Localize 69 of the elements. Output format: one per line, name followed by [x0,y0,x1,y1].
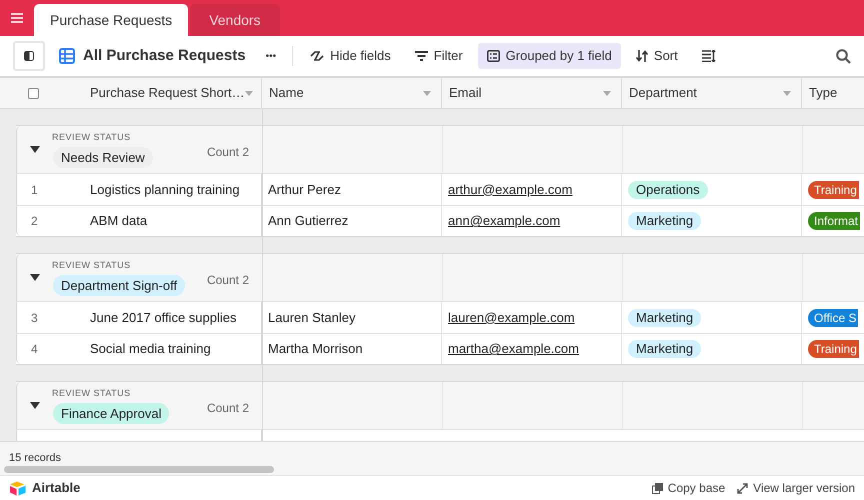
type-tag: Training [808,340,859,358]
scrollbar[interactable] [4,466,274,473]
brand-name: Airtable [32,479,80,498]
row-number: 2 [30,213,39,230]
table-cell-text: Arthur Perez [268,180,341,199]
department-tag: Marketing [628,308,702,326]
group-count: Count 2 [206,144,249,161]
table-cell-text: ABM data [90,212,148,230]
group-count: Count 2 [206,400,249,417]
hide-icon [310,51,324,61]
list-icon [486,50,500,62]
type-tag: Office S [808,308,858,326]
type-tag: Training [808,180,859,198]
collapse-caret-icon[interactable] [30,146,40,153]
table-cell-text: Social media training [90,340,211,358]
department-tag: Marketing [628,340,702,358]
type-tag: Informat [808,212,860,230]
email-link[interactable]: ann@example.com [448,211,560,231]
hide-fields-button[interactable]: Hide fields [301,43,400,69]
table-cell-text: June 2017 office supplies [90,308,236,327]
view-larger-link[interactable]: View larger version [737,479,855,497]
column-header[interactable]: Name [262,78,442,108]
column-header[interactable]: Type [802,78,864,108]
tab[interactable]: Vendors [190,4,280,36]
search-icon[interactable] [836,48,851,64]
caret-icon [783,90,791,96]
sort-icon [636,50,648,62]
column-header[interactable]: Purchase Request Short… [0,78,262,108]
department-tag: Marketing [628,212,702,230]
sort-button[interactable]: Sort [626,43,687,69]
view-name[interactable]: All Purchase Requests [83,44,246,68]
expand-icon [737,482,748,494]
copy-base-link[interactable]: Copy base [652,479,726,497]
caret-icon [423,90,431,96]
row-number: 1 [30,182,39,198]
tab[interactable]: Purchase Requests [34,4,188,36]
more-button[interactable]: ••• [266,48,276,64]
status-tag: Needs Review [53,147,153,168]
sidebar-toggle-icon[interactable] [13,41,45,71]
email-link[interactable]: arthur@example.com [448,180,572,200]
copy-icon [652,482,663,494]
logo-icon [9,480,27,496]
email-link[interactable]: martha@example.com [448,339,579,359]
table-cell-text: Ann Gutierrez [268,212,348,230]
column-header[interactable]: Department [622,78,802,108]
status-tag: Finance Approval [53,403,170,424]
table-cell-text: Martha Morrison [268,340,363,358]
caret-icon [603,90,611,96]
column-header[interactable]: Email [442,78,622,108]
select-all-checkbox[interactable] [28,88,39,98]
filter-button[interactable]: Filter [406,43,472,69]
caret-icon [244,90,253,96]
group-button[interactable]: Grouped by 1 field [478,43,621,69]
department-tag: Operations [628,180,708,198]
status-tag: Department Sign-off [53,275,186,296]
table-cell-text: Logistics planning training [90,180,240,199]
collapse-caret-icon[interactable] [30,402,40,409]
grid-icon [59,48,75,64]
email-link[interactable]: lauren@example.com [448,308,575,328]
group-field-label: REVIEW STATUS [52,131,131,144]
row-number: 4 [30,341,39,358]
group-field-label: REVIEW STATUS [52,259,131,272]
filter-icon [414,51,428,61]
table-cell-text: Lauren Stanley [268,308,356,327]
group-count: Count 2 [206,272,249,289]
record-count: 15 records [9,451,61,466]
group-field-label: REVIEW STATUS [52,387,131,400]
collapse-caret-icon[interactable] [30,274,40,281]
row-number: 3 [30,310,39,326]
